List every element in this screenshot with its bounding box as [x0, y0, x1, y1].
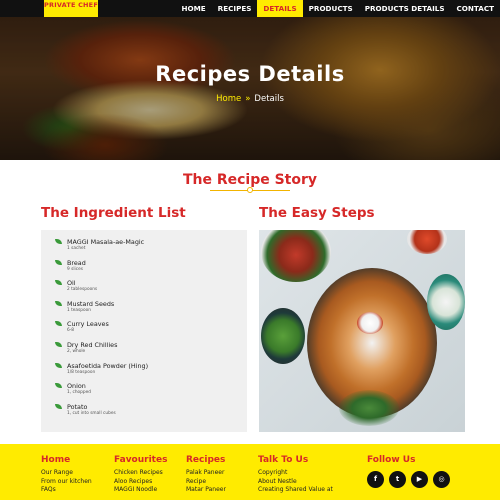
list-item: Potato 1, cut into small cubes	[55, 403, 247, 424]
leaf-icon	[55, 321, 62, 327]
hero-banner: Recipes Details Home » Details	[0, 0, 500, 160]
ingredient-name: Mustard Seeds	[67, 299, 115, 308]
facebook-icon[interactable]: f	[367, 471, 384, 488]
ingredient-name: Oil	[67, 279, 76, 288]
ingredient-name: Bread	[67, 258, 86, 267]
leaf-icon	[55, 300, 62, 306]
footer-heading: Follow Us	[367, 455, 416, 465]
nav-item-products[interactable]: PRODUCTS	[303, 0, 359, 17]
nav-item-home[interactable]: HOME	[175, 0, 211, 17]
breadcrumb-separator: »	[245, 94, 251, 104]
footer-link[interactable]: From our kitchen	[41, 478, 92, 487]
footer-link[interactable]: Copyright	[258, 469, 333, 478]
ingredient-quantity: 9 slices	[67, 266, 83, 272]
footer-link[interactable]: Palak Paneer	[186, 469, 226, 478]
tomato-bowl	[407, 230, 447, 254]
salad-bowl	[261, 230, 331, 282]
footer-link[interactable]: Aloo Recipes	[114, 478, 167, 487]
list-item: Asafoetida Powder (Hing) 1/8 teaspoon	[55, 362, 247, 383]
recipe-photo	[259, 230, 465, 432]
footer-link[interactable]: FAQs	[41, 486, 92, 495]
breadcrumb-current: Details	[254, 94, 284, 104]
divider-dot	[247, 187, 253, 193]
ingredient-quantity: 1, chopped	[67, 390, 92, 396]
nav-item-products-details[interactable]: PRODUCTS DETAILS	[359, 0, 451, 17]
brand-logo[interactable]: PRIVATE CHEF	[44, 0, 98, 17]
footer-column-home: Home Our Range From our kitchen FAQs	[41, 455, 92, 495]
ingredient-name: Potato	[67, 402, 88, 411]
ingredient-quantity: 2 tablespoons	[67, 287, 98, 293]
sauce-bowl	[427, 274, 465, 330]
ingredient-name: Asafoetida Powder (Hing)	[67, 361, 149, 370]
top-navbar: PRIVATE CHEF HOME RECIPES DETAILS PRODUC…	[0, 0, 500, 17]
ingredient-name: Dry Red Chillies	[67, 340, 118, 349]
footer-link[interactable]: About Nestle	[258, 478, 333, 487]
dip-bowl	[357, 312, 383, 334]
social-links: f t ▶ ◎	[367, 471, 450, 488]
footer-column-favourites: Favourites Chicken Recipes Aloo Recipes …	[114, 455, 167, 495]
easy-steps-heading: The Easy Steps	[259, 205, 375, 221]
recipe-story-title: The Recipe Story	[182, 172, 318, 188]
youtube-icon[interactable]: ▶	[411, 471, 428, 488]
list-item: MAGGI Masala-ae-Magic 1 sachet	[55, 238, 247, 259]
greens-garnish	[339, 390, 399, 426]
nav-item-contact[interactable]: CONTACT	[451, 0, 500, 17]
leaf-icon	[55, 341, 62, 347]
list-item: Dry Red Chillies 2, whole	[55, 341, 247, 362]
ingredient-quantity: 6-8	[67, 328, 75, 334]
footer-link[interactable]: Creating Shared Value at	[258, 486, 333, 495]
ingredient-quantity: 2, whole	[67, 348, 86, 354]
nav-item-recipes[interactable]: RECIPES	[212, 0, 258, 17]
leaf-icon	[55, 383, 62, 389]
footer-link[interactable]: Chicken Recipes	[114, 469, 167, 478]
footer-heading: Favourites	[114, 455, 168, 465]
twitter-icon[interactable]: t	[389, 471, 406, 488]
list-item: Curry Leaves 6-8	[55, 320, 247, 341]
list-item: Oil 2 tablespoons	[55, 279, 247, 300]
list-item: Bread 9 slices	[55, 259, 247, 280]
footer-column-follow: Follow Us	[367, 455, 415, 469]
leaf-icon	[55, 280, 62, 286]
list-item: Onion 1, chopped	[55, 382, 247, 403]
leaf-icon	[55, 362, 62, 368]
ingredient-name: Onion	[67, 382, 86, 391]
ingredient-list-heading: The Ingredient List	[41, 205, 186, 221]
ingredient-quantity: 1 teaspoon	[67, 307, 92, 313]
list-item: Mustard Seeds 1 teaspoon	[55, 300, 247, 321]
footer-heading: Recipes	[186, 455, 226, 465]
guacamole-bowl	[261, 308, 305, 364]
ingredient-quantity: 1 sachet	[67, 246, 86, 251]
footer-column-talk-to-us: Talk To Us Copyright About Nestle Creati…	[258, 455, 333, 495]
ingredient-quantity: 1, cut into small cubes	[67, 410, 116, 416]
footer-link[interactable]: Matar Paneer	[186, 486, 226, 495]
breadcrumb-home-link[interactable]: Home	[216, 94, 241, 104]
footer-link[interactable]: Recipe	[186, 478, 226, 487]
footer-link[interactable]: Our Range	[41, 469, 92, 478]
nav-item-details[interactable]: DETAILS	[257, 0, 303, 17]
footer-heading: Talk To Us	[258, 455, 309, 465]
footer-heading: Home	[41, 455, 71, 465]
ingredient-name: MAGGI Masala-ae-Magic	[67, 238, 145, 246]
breadcrumb: Home » Details	[0, 94, 500, 104]
leaf-icon	[55, 259, 62, 265]
ingredient-quantity: 1/8 teaspoon	[67, 369, 96, 375]
page-title: Recipes Details	[155, 62, 345, 86]
footer-column-recipes: Recipes Palak Paneer Recipe Matar Paneer	[186, 455, 226, 495]
footer-link[interactable]: MAGGI Noodle	[114, 486, 167, 495]
instagram-icon[interactable]: ◎	[433, 471, 450, 488]
ingredient-list: MAGGI Masala-ae-Magic 1 sachet Bread 9 sli…	[41, 230, 247, 432]
leaf-icon	[55, 239, 62, 244]
ingredient-name: Curry Leaves	[67, 320, 109, 329]
leaf-icon	[55, 403, 62, 409]
nav-menu: HOME RECIPES DETAILS PRODUCTS PRODUCTS D…	[175, 0, 500, 17]
